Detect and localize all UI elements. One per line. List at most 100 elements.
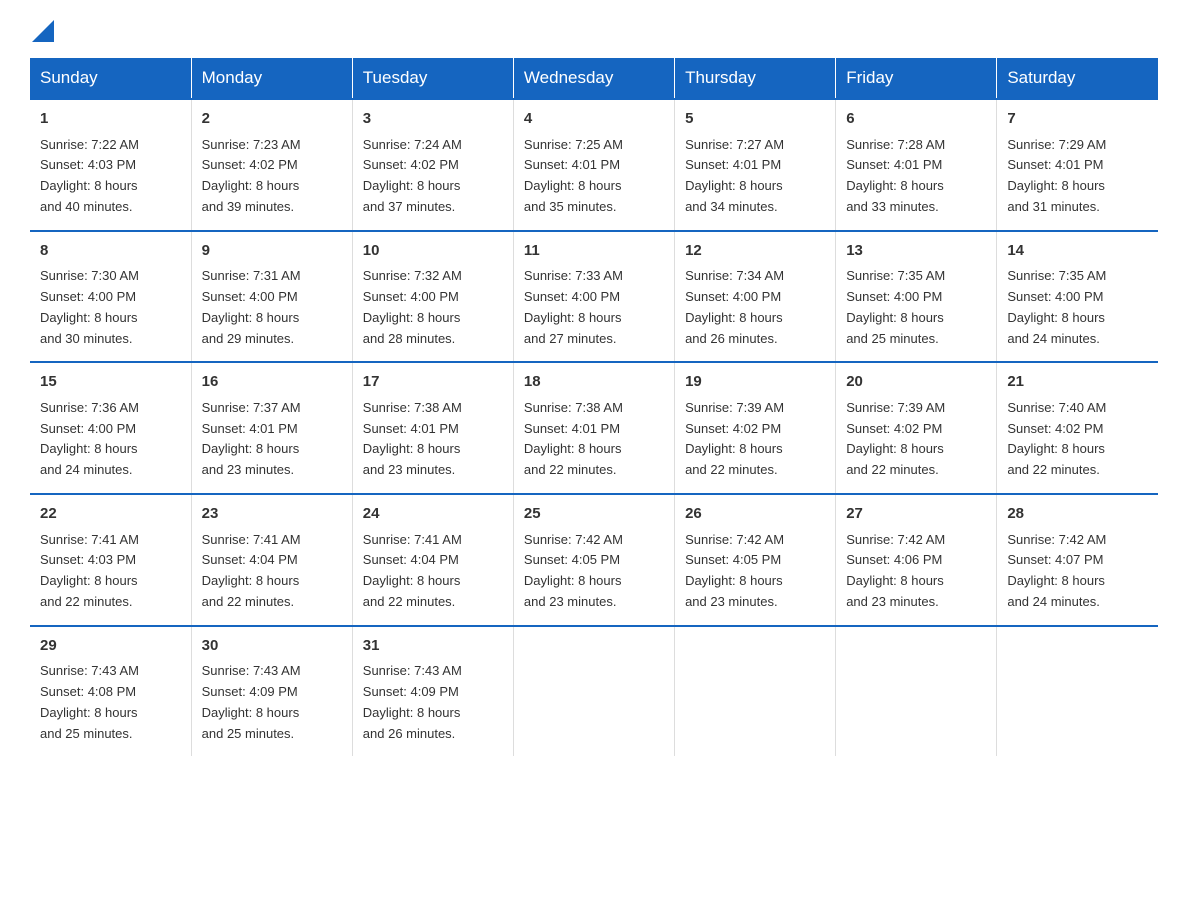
day-info: Sunrise: 7:39 AM Sunset: 4:02 PM Dayligh…	[685, 398, 825, 481]
day-number: 17	[363, 371, 503, 394]
calendar-cell: 22 Sunrise: 7:41 AM Sunset: 4:03 PM Dayl…	[30, 494, 191, 626]
day-number: 24	[363, 503, 503, 526]
day-number: 15	[40, 371, 181, 394]
day-info: Sunrise: 7:37 AM Sunset: 4:01 PM Dayligh…	[202, 398, 342, 481]
day-info: Sunrise: 7:41 AM Sunset: 4:03 PM Dayligh…	[40, 530, 181, 613]
day-info: Sunrise: 7:31 AM Sunset: 4:00 PM Dayligh…	[202, 266, 342, 349]
day-info: Sunrise: 7:43 AM Sunset: 4:09 PM Dayligh…	[363, 661, 503, 744]
calendar-cell: 2 Sunrise: 7:23 AM Sunset: 4:02 PM Dayli…	[191, 99, 352, 231]
calendar-cell: 28 Sunrise: 7:42 AM Sunset: 4:07 PM Dayl…	[997, 494, 1158, 626]
day-number: 25	[524, 503, 664, 526]
day-info: Sunrise: 7:35 AM Sunset: 4:00 PM Dayligh…	[846, 266, 986, 349]
calendar-cell: 29 Sunrise: 7:43 AM Sunset: 4:08 PM Dayl…	[30, 626, 191, 757]
calendar-cell: 8 Sunrise: 7:30 AM Sunset: 4:00 PM Dayli…	[30, 231, 191, 363]
calendar-cell: 15 Sunrise: 7:36 AM Sunset: 4:00 PM Dayl…	[30, 362, 191, 494]
day-number: 26	[685, 503, 825, 526]
logo-icon	[32, 20, 54, 42]
calendar-table: SundayMondayTuesdayWednesdayThursdayFrid…	[30, 58, 1158, 756]
calendar-cell: 24 Sunrise: 7:41 AM Sunset: 4:04 PM Dayl…	[352, 494, 513, 626]
header-day-friday: Friday	[836, 58, 997, 99]
day-info: Sunrise: 7:24 AM Sunset: 4:02 PM Dayligh…	[363, 135, 503, 218]
header-row: SundayMondayTuesdayWednesdayThursdayFrid…	[30, 58, 1158, 99]
day-number: 28	[1007, 503, 1148, 526]
calendar-cell: 16 Sunrise: 7:37 AM Sunset: 4:01 PM Dayl…	[191, 362, 352, 494]
week-row-3: 15 Sunrise: 7:36 AM Sunset: 4:00 PM Dayl…	[30, 362, 1158, 494]
day-number: 14	[1007, 240, 1148, 263]
header-day-sunday: Sunday	[30, 58, 191, 99]
calendar-cell: 9 Sunrise: 7:31 AM Sunset: 4:00 PM Dayli…	[191, 231, 352, 363]
day-number: 6	[846, 108, 986, 131]
calendar-cell: 26 Sunrise: 7:42 AM Sunset: 4:05 PM Dayl…	[675, 494, 836, 626]
day-number: 31	[363, 635, 503, 658]
header	[30, 20, 1158, 42]
calendar-cell: 18 Sunrise: 7:38 AM Sunset: 4:01 PM Dayl…	[513, 362, 674, 494]
calendar-cell: 12 Sunrise: 7:34 AM Sunset: 4:00 PM Dayl…	[675, 231, 836, 363]
calendar-cell: 25 Sunrise: 7:42 AM Sunset: 4:05 PM Dayl…	[513, 494, 674, 626]
calendar-cell: 19 Sunrise: 7:39 AM Sunset: 4:02 PM Dayl…	[675, 362, 836, 494]
day-info: Sunrise: 7:29 AM Sunset: 4:01 PM Dayligh…	[1007, 135, 1148, 218]
calendar-cell: 3 Sunrise: 7:24 AM Sunset: 4:02 PM Dayli…	[352, 99, 513, 231]
day-number: 7	[1007, 108, 1148, 131]
day-number: 3	[363, 108, 503, 131]
day-info: Sunrise: 7:27 AM Sunset: 4:01 PM Dayligh…	[685, 135, 825, 218]
day-info: Sunrise: 7:39 AM Sunset: 4:02 PM Dayligh…	[846, 398, 986, 481]
day-info: Sunrise: 7:38 AM Sunset: 4:01 PM Dayligh…	[524, 398, 664, 481]
day-number: 19	[685, 371, 825, 394]
day-number: 30	[202, 635, 342, 658]
day-info: Sunrise: 7:42 AM Sunset: 4:05 PM Dayligh…	[524, 530, 664, 613]
calendar-header: SundayMondayTuesdayWednesdayThursdayFrid…	[30, 58, 1158, 99]
day-number: 8	[40, 240, 181, 263]
day-info: Sunrise: 7:35 AM Sunset: 4:00 PM Dayligh…	[1007, 266, 1148, 349]
calendar-cell: 27 Sunrise: 7:42 AM Sunset: 4:06 PM Dayl…	[836, 494, 997, 626]
day-number: 1	[40, 108, 181, 131]
header-day-monday: Monday	[191, 58, 352, 99]
calendar-cell: 11 Sunrise: 7:33 AM Sunset: 4:00 PM Dayl…	[513, 231, 674, 363]
day-number: 27	[846, 503, 986, 526]
calendar-cell: 31 Sunrise: 7:43 AM Sunset: 4:09 PM Dayl…	[352, 626, 513, 757]
day-number: 13	[846, 240, 986, 263]
day-info: Sunrise: 7:32 AM Sunset: 4:00 PM Dayligh…	[363, 266, 503, 349]
day-info: Sunrise: 7:38 AM Sunset: 4:01 PM Dayligh…	[363, 398, 503, 481]
calendar-cell	[836, 626, 997, 757]
week-row-5: 29 Sunrise: 7:43 AM Sunset: 4:08 PM Dayl…	[30, 626, 1158, 757]
calendar-cell: 14 Sunrise: 7:35 AM Sunset: 4:00 PM Dayl…	[997, 231, 1158, 363]
calendar-cell: 5 Sunrise: 7:27 AM Sunset: 4:01 PM Dayli…	[675, 99, 836, 231]
calendar-cell: 30 Sunrise: 7:43 AM Sunset: 4:09 PM Dayl…	[191, 626, 352, 757]
calendar-cell: 21 Sunrise: 7:40 AM Sunset: 4:02 PM Dayl…	[997, 362, 1158, 494]
day-info: Sunrise: 7:42 AM Sunset: 4:07 PM Dayligh…	[1007, 530, 1148, 613]
calendar-cell: 1 Sunrise: 7:22 AM Sunset: 4:03 PM Dayli…	[30, 99, 191, 231]
day-number: 18	[524, 371, 664, 394]
week-row-4: 22 Sunrise: 7:41 AM Sunset: 4:03 PM Dayl…	[30, 494, 1158, 626]
day-number: 9	[202, 240, 342, 263]
calendar-cell: 4 Sunrise: 7:25 AM Sunset: 4:01 PM Dayli…	[513, 99, 674, 231]
day-number: 12	[685, 240, 825, 263]
day-info: Sunrise: 7:23 AM Sunset: 4:02 PM Dayligh…	[202, 135, 342, 218]
day-number: 29	[40, 635, 181, 658]
week-row-1: 1 Sunrise: 7:22 AM Sunset: 4:03 PM Dayli…	[30, 99, 1158, 231]
day-info: Sunrise: 7:40 AM Sunset: 4:02 PM Dayligh…	[1007, 398, 1148, 481]
calendar-cell	[513, 626, 674, 757]
day-info: Sunrise: 7:43 AM Sunset: 4:08 PM Dayligh…	[40, 661, 181, 744]
day-number: 10	[363, 240, 503, 263]
day-info: Sunrise: 7:25 AM Sunset: 4:01 PM Dayligh…	[524, 135, 664, 218]
header-day-tuesday: Tuesday	[352, 58, 513, 99]
day-info: Sunrise: 7:42 AM Sunset: 4:05 PM Dayligh…	[685, 530, 825, 613]
day-number: 21	[1007, 371, 1148, 394]
day-number: 23	[202, 503, 342, 526]
calendar-cell: 20 Sunrise: 7:39 AM Sunset: 4:02 PM Dayl…	[836, 362, 997, 494]
calendar-cell: 13 Sunrise: 7:35 AM Sunset: 4:00 PM Dayl…	[836, 231, 997, 363]
day-info: Sunrise: 7:33 AM Sunset: 4:00 PM Dayligh…	[524, 266, 664, 349]
day-info: Sunrise: 7:22 AM Sunset: 4:03 PM Dayligh…	[40, 135, 181, 218]
day-number: 20	[846, 371, 986, 394]
header-day-thursday: Thursday	[675, 58, 836, 99]
day-number: 11	[524, 240, 664, 263]
calendar-cell: 17 Sunrise: 7:38 AM Sunset: 4:01 PM Dayl…	[352, 362, 513, 494]
day-info: Sunrise: 7:30 AM Sunset: 4:00 PM Dayligh…	[40, 266, 181, 349]
day-info: Sunrise: 7:36 AM Sunset: 4:00 PM Dayligh…	[40, 398, 181, 481]
day-number: 16	[202, 371, 342, 394]
day-number: 4	[524, 108, 664, 131]
day-number: 2	[202, 108, 342, 131]
calendar-body: 1 Sunrise: 7:22 AM Sunset: 4:03 PM Dayli…	[30, 99, 1158, 756]
calendar-cell: 7 Sunrise: 7:29 AM Sunset: 4:01 PM Dayli…	[997, 99, 1158, 231]
day-info: Sunrise: 7:41 AM Sunset: 4:04 PM Dayligh…	[202, 530, 342, 613]
